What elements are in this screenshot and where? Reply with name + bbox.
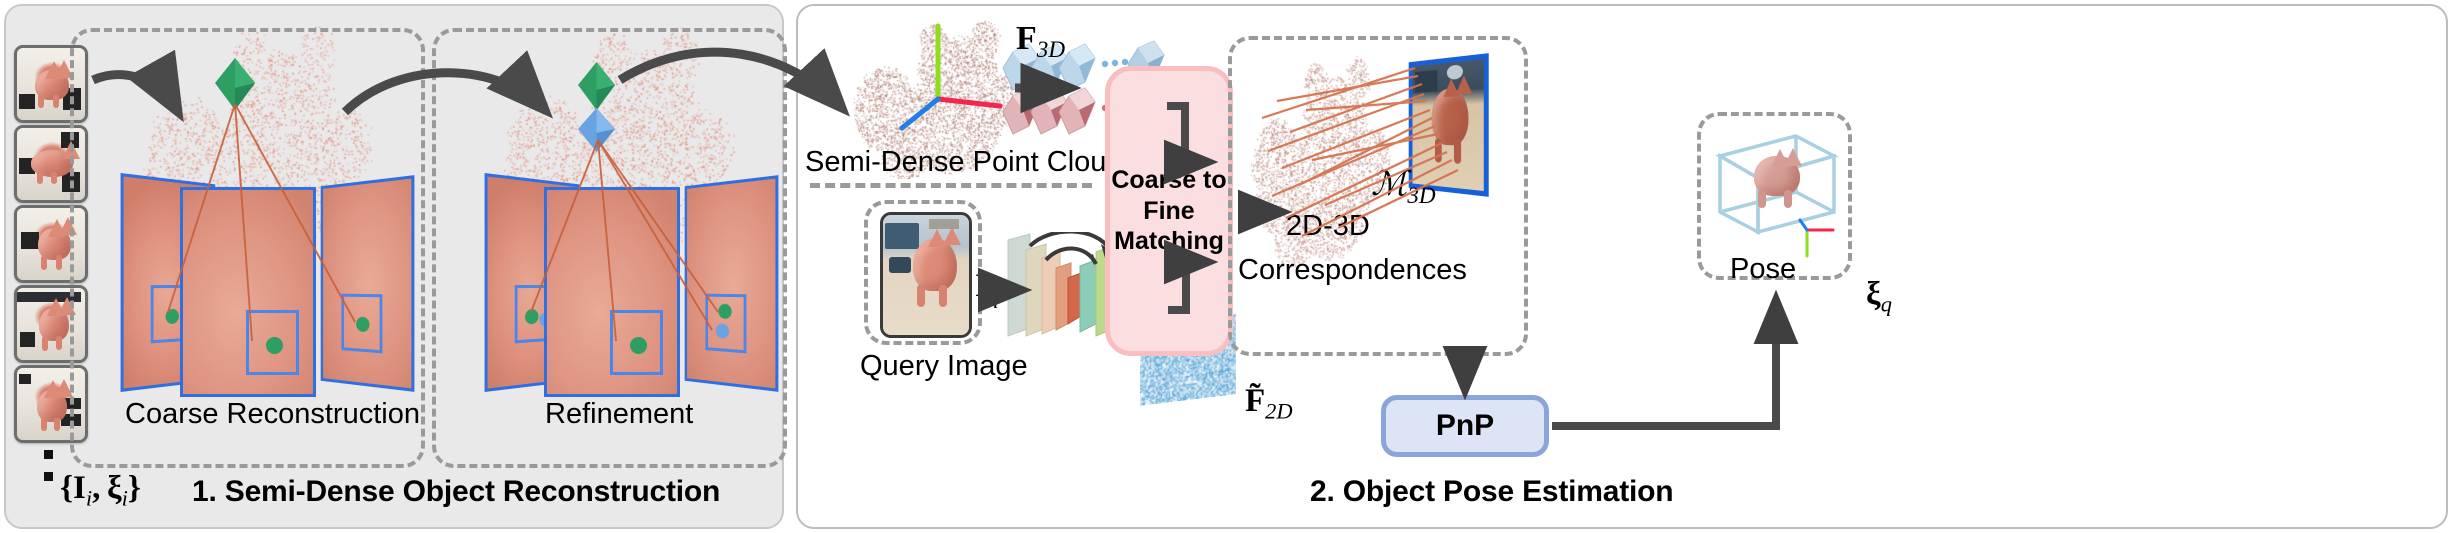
refinement-label: Refinement <box>545 400 693 429</box>
ellipsis-icon <box>44 450 53 494</box>
camera-view-center-refined <box>544 187 680 397</box>
camera-view-right-refined <box>685 175 779 392</box>
input-notation: {Ii, ξi} <box>60 472 141 510</box>
blue-diamond-marker <box>578 108 615 152</box>
divider <box>810 183 1092 188</box>
coarse-reconstruction-label: Coarse Reconstruction <box>125 400 420 429</box>
query-symbol: Iq <box>975 270 999 308</box>
correspondences-label-line1: 2D-3D <box>1286 212 1370 241</box>
pose-label: Pose <box>1730 255 1796 284</box>
coarse-to-fine-matching-box[interactable]: Coarse to Fine Matching <box>1105 66 1233 356</box>
features-3d-label: F3D <box>1016 22 1065 62</box>
query-image-thumbnail[interactable] <box>880 212 972 338</box>
pnp-button[interactable]: PnP <box>1381 395 1549 457</box>
camera-view-right <box>321 175 415 392</box>
pose-axes-icon <box>1795 214 1855 260</box>
stage-2-title: 2. Object Pose Estimation <box>1310 477 1673 507</box>
matching-box-label: Coarse to Fine Matching <box>1111 165 1226 257</box>
correspondences-label-line2: Correspondences <box>1238 256 1467 285</box>
pnp-label: PnP <box>1436 408 1494 445</box>
camera-view-center <box>180 187 316 397</box>
green-diamond-marker <box>215 58 255 110</box>
figure-root: Coarse Reconstruction Refinement {Ii, ξi… <box>0 0 2452 533</box>
green-diamond-marker-refined <box>578 62 615 110</box>
features-2d-label: F̃2D <box>1245 385 1293 423</box>
match-symbol: ℳ3D <box>1371 168 1436 208</box>
posed-object <box>1740 148 1816 220</box>
pose-symbol: ξq <box>1866 278 1892 316</box>
stage-1-title: 1. Semi-Dense Object Reconstruction <box>192 477 720 507</box>
